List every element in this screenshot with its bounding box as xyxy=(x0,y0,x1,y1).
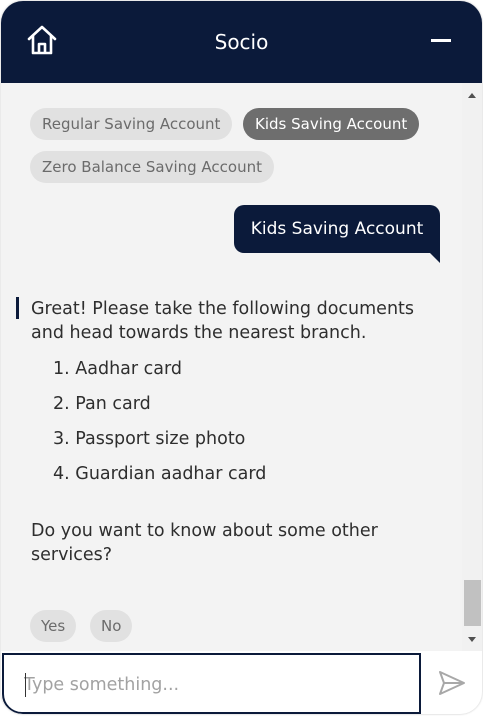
send-icon[interactable] xyxy=(437,669,467,697)
chat-scrollbar[interactable] xyxy=(462,83,482,651)
minimize-icon[interactable] xyxy=(431,39,451,42)
list-item: 3. Passport size photo xyxy=(53,429,246,449)
message-input[interactable] xyxy=(24,669,404,701)
list-item: 2. Pan card xyxy=(53,394,151,414)
chat-widget: Socio Regular Saving Account Kids Saving… xyxy=(1,1,482,714)
message-input-box[interactable] xyxy=(2,653,421,714)
scroll-up-arrow-icon[interactable] xyxy=(468,93,476,98)
quick-reply-regular-saving[interactable]: Regular Saving Account xyxy=(30,108,233,140)
answer-no-button[interactable]: No xyxy=(90,610,133,642)
answer-yes-button[interactable]: Yes xyxy=(30,610,77,642)
chat-title: Socio xyxy=(214,30,269,54)
composer xyxy=(1,651,482,714)
bot-message-marker xyxy=(16,297,19,319)
bubble-tail xyxy=(430,253,440,263)
chat-header: Socio xyxy=(1,1,482,83)
bot-followup-question: Do you want to know about some other ser… xyxy=(31,521,378,565)
scroll-thumb[interactable] xyxy=(464,580,481,626)
list-item: 4. Guardian aadhar card xyxy=(53,464,267,484)
chat-transcript: Regular Saving Account Kids Saving Accou… xyxy=(1,83,462,651)
quick-reply-kids-saving[interactable]: Kids Saving Account xyxy=(243,108,420,140)
quick-reply-zero-balance[interactable]: Zero Balance Saving Account xyxy=(30,151,274,183)
bot-message-intro: Great! Please take the following documen… xyxy=(31,299,415,343)
text-caret xyxy=(25,673,26,697)
list-item: 1. Aadhar card xyxy=(53,359,182,379)
scroll-down-arrow-icon[interactable] xyxy=(468,637,476,642)
user-message-bubble: Kids Saving Account xyxy=(234,205,440,253)
document-list: 1. Aadhar card 2. Pan card 3. Passport s… xyxy=(53,357,266,497)
